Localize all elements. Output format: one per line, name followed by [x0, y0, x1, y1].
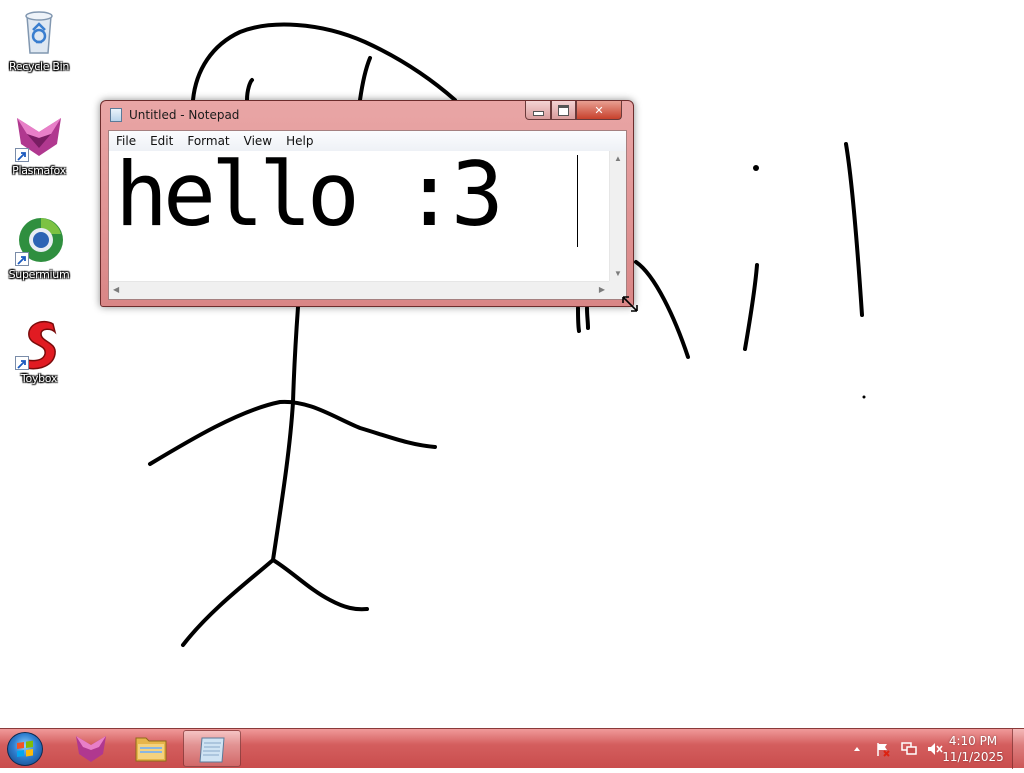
notepad-window[interactable]: Untitled - Notepad ✕ File Edit Format Vi… [100, 100, 634, 307]
network-icon[interactable] [900, 741, 918, 757]
desktop-icon-toybox[interactable]: Toybox [1, 318, 77, 385]
desktop-icon-plasmafox[interactable]: Plasmafox [1, 110, 77, 177]
desktop-icon-recycle-bin[interactable]: Recycle Bin [1, 6, 77, 73]
chevron-up-icon[interactable] [848, 741, 866, 757]
maximize-button[interactable] [551, 101, 576, 120]
action-center-flag-icon[interactable] [874, 741, 892, 757]
menu-format[interactable]: Format [180, 134, 236, 148]
taskbar-explorer[interactable] [122, 730, 180, 767]
shortcut-arrow-icon [15, 148, 29, 162]
plasmafox-icon [76, 736, 106, 762]
desktop[interactable]: Recycle Bin Plasmafox Supermium Toybox U… [0, 0, 1024, 728]
start-button[interactable] [7, 732, 43, 766]
clock-date: 11/1/2025 [942, 750, 1004, 764]
menu-edit[interactable]: Edit [143, 134, 180, 148]
desktop-icon-supermium[interactable]: Supermium [1, 214, 77, 281]
supermium-icon [13, 214, 65, 266]
horizontal-scrollbar[interactable]: ◀ ▶ [109, 281, 611, 299]
notepad-icon [199, 737, 225, 763]
desktop-icon-label: Supermium [8, 268, 70, 281]
menu-help[interactable]: Help [279, 134, 320, 148]
show-desktop-button[interactable] [1012, 729, 1024, 769]
text-editor[interactable]: hello :3 [109, 151, 611, 281]
taskbar-notepad[interactable] [183, 730, 241, 767]
taskbar: 4:10 PM 11/1/2025 [0, 728, 1024, 769]
editor-text: hello :3 [115, 151, 504, 246]
plasmafox-icon [13, 110, 65, 162]
scroll-left-icon[interactable]: ◀ [113, 285, 119, 294]
recycle-bin-icon [13, 6, 65, 58]
desktop-icon-label: Recycle Bin [8, 60, 70, 73]
desktop-icon-label: Plasmafox [12, 164, 66, 177]
windows-logo-icon [17, 740, 33, 757]
menu-bar: File Edit Format View Help [109, 131, 626, 152]
scroll-up-icon[interactable]: ▲ [614, 154, 622, 163]
menu-view[interactable]: View [237, 134, 279, 148]
desktop-icon-label: Toybox [20, 372, 58, 385]
maximize-icon [558, 104, 569, 116]
close-icon: ✕ [594, 103, 604, 117]
taskbar-plasmafox[interactable] [62, 730, 120, 767]
window-title: Untitled - Notepad [129, 108, 240, 122]
close-button[interactable]: ✕ [576, 101, 622, 120]
menu-file[interactable]: File [109, 134, 143, 148]
scroll-right-icon[interactable]: ▶ [599, 285, 605, 294]
minimize-button[interactable] [525, 101, 551, 120]
scroll-down-icon[interactable]: ▼ [614, 269, 622, 278]
notepad-client-area: File Edit Format View Help hello :3 ▲ ▼ … [108, 130, 627, 300]
resize-cursor-icon [622, 296, 638, 312]
shortcut-arrow-icon [15, 252, 29, 266]
taskbar-clock[interactable]: 4:10 PM 11/1/2025 [940, 733, 1006, 765]
clock-time: 4:10 PM [948, 734, 998, 748]
system-tray [840, 729, 944, 769]
vertical-scrollbar[interactable]: ▲ ▼ [609, 151, 626, 281]
minimize-icon [532, 110, 544, 116]
shortcut-arrow-icon [15, 356, 29, 370]
folder-icon [135, 737, 167, 762]
notepad-icon [110, 108, 122, 122]
text-caret [577, 155, 578, 247]
toybox-icon [13, 318, 65, 370]
